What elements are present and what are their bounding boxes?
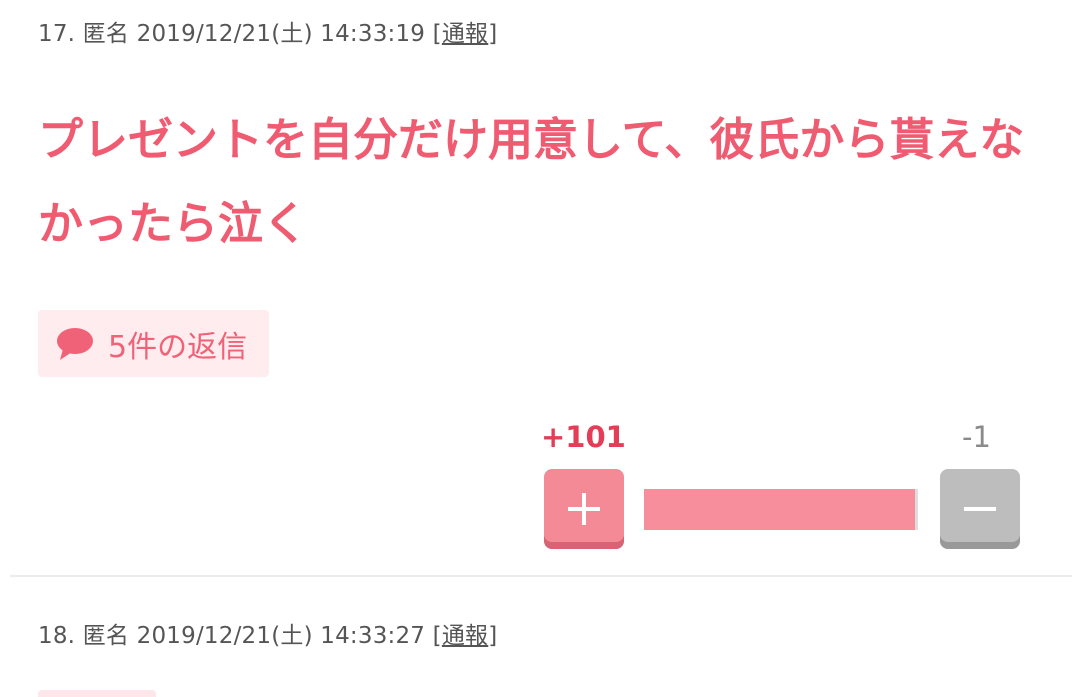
report-link-label[interactable]: 通報 <box>442 623 488 649</box>
plus-icon <box>568 493 600 525</box>
comment-meta: 18. 匿名 2019/12/21(土) 14:33:27 [通報] <box>38 616 497 650</box>
minus-vote-button[interactable] <box>940 469 1020 549</box>
report-link[interactable]: [通報] <box>433 21 498 47</box>
comment-meta: 17. 匿名 2019/12/21(土) 14:33:19 [通報] <box>38 14 497 48</box>
plus-count: +101 <box>541 420 626 454</box>
replies-button[interactable]: 5件の返信 <box>38 310 270 377</box>
comment-datetime: 2019/12/21(土) 14:33:27 <box>136 623 426 649</box>
comment-thread: 17. 匿名 2019/12/21(土) 14:33:19 [通報] プレゼント… <box>0 0 1080 697</box>
minus-icon <box>964 507 996 511</box>
comment-number: 18. <box>38 623 76 649</box>
vote-ratio-fill <box>644 489 916 530</box>
speech-bubble-icon <box>57 327 93 360</box>
vote-ratio-bar <box>644 489 918 530</box>
report-link[interactable]: [通報] <box>433 623 498 649</box>
comment-number: 17. <box>38 21 76 47</box>
comment-author: 匿名 <box>82 21 130 47</box>
next-comment-pill <box>38 690 156 697</box>
comment-divider <box>10 575 1072 577</box>
report-link-label[interactable]: 通報 <box>442 21 488 47</box>
comment-body: プレゼントを自分だけ用意して、彼氏から貰えなかったら泣く <box>38 113 1025 250</box>
comment-author: 匿名 <box>82 623 130 649</box>
minus-count: -1 <box>962 420 991 454</box>
comment-datetime: 2019/12/21(土) 14:33:19 <box>136 21 426 47</box>
plus-vote-button[interactable] <box>544 469 624 549</box>
replies-label: 5件の返信 <box>108 329 248 365</box>
